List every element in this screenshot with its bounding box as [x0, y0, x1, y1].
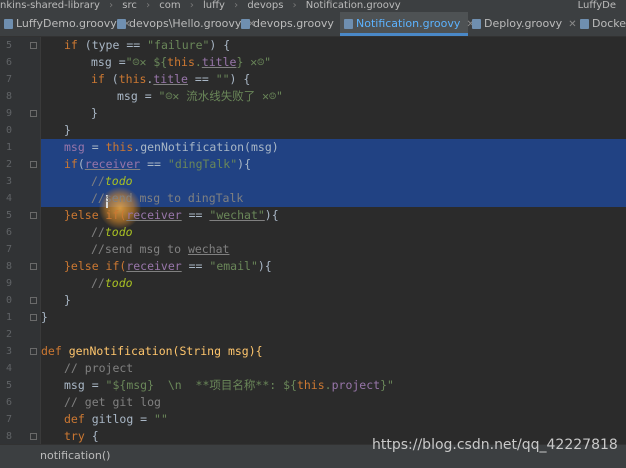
code-line: if(receiver == "dingTalk"){: [64, 157, 251, 171]
line-number: 3: [5, 346, 12, 357]
code-line: }else if(receiver == "email"){: [64, 259, 272, 273]
code-line: if (type == "failure") {: [64, 38, 231, 52]
fold-toggle-icon[interactable]: [30, 433, 37, 440]
line-number: 6: [5, 57, 12, 68]
line-number: 9: [5, 108, 12, 119]
line-number: 6: [5, 227, 12, 238]
fold-toggle-icon[interactable]: [30, 42, 37, 49]
line-number: 1: [5, 312, 12, 323]
tab-deploy[interactable]: Deploy.groovy ✕: [468, 12, 577, 36]
line-number: 5: [5, 380, 12, 391]
breadcrumb-item-com[interactable]: com: [159, 0, 180, 12]
code-line: //todo: [91, 225, 133, 239]
tab-label: devops\Hello.groovy: [129, 17, 242, 30]
code-line: }else if(receiver == "wechat"){: [64, 208, 279, 222]
line-number: 9: [5, 278, 12, 289]
tab-label: Deploy.groovy: [484, 17, 563, 30]
groovy-file-icon: [4, 19, 13, 29]
structure-breadcrumb[interactable]: notification(): [40, 445, 110, 467]
tab-label: Docker.gr: [592, 17, 626, 30]
code-line: // get git log: [64, 395, 161, 409]
breadcrumb-separator: ›: [292, 0, 297, 11]
groovy-file-icon: [344, 19, 353, 29]
line-number: 4: [5, 363, 12, 374]
line-number: 4: [5, 193, 12, 204]
tab-hello[interactable]: devops\Hello.groovy ✕: [113, 12, 256, 36]
code-line: //send msg to dingTalk: [91, 191, 244, 205]
code-editor[interactable]: if (type == "failure") { msg ="☹✕ ${this…: [41, 37, 626, 444]
code-line: }: [41, 310, 48, 324]
tab-label: LuffyDemo.groovy: [16, 17, 117, 30]
editor-gutter[interactable]: 5 6 7 8 9 0 1 2 3 4 5 6 7 8 9 0 1 2 3 4 …: [0, 37, 41, 444]
line-number: 3: [5, 176, 12, 187]
line-number: 2: [5, 159, 12, 170]
editor-tab-bar: LuffyDemo.groovy ✕ devops\Hello.groovy ✕ d…: [0, 12, 626, 37]
line-number: 0: [5, 125, 12, 136]
fold-toggle-icon[interactable]: [30, 348, 37, 355]
line-number: 2: [5, 329, 12, 340]
groovy-file-icon: [117, 19, 126, 29]
line-number: 8: [5, 91, 12, 102]
line-number: 7: [5, 244, 12, 255]
line-number: 5: [5, 210, 12, 221]
code-line: }: [64, 123, 71, 137]
line-number: 7: [5, 414, 12, 425]
code-line: msg = "${msg} \n **项目名称**: ${this.projec…: [64, 378, 394, 392]
code-line: def genNotification(String msg){: [41, 344, 263, 358]
code-line: }: [64, 293, 71, 307]
fold-toggle-icon[interactable]: [30, 212, 37, 219]
code-line: // project: [64, 361, 134, 375]
breadcrumb-separator: ›: [234, 0, 239, 11]
groovy-file-icon: [241, 19, 250, 29]
code-line: //todo: [91, 276, 133, 290]
tab-notification[interactable]: Notification.groovy ✕: [340, 12, 475, 36]
code-line: //send msg to wechat: [91, 242, 230, 256]
breadcrumb-item-devops[interactable]: devops: [247, 0, 283, 12]
breadcrumb-item-src[interactable]: src: [122, 0, 137, 12]
breadcrumb: nkins-shared-library › src › com › luffy…: [0, 0, 626, 12]
watermark-text: https://blog.csdn.net/qq_42227818: [372, 437, 618, 453]
breadcrumb-item-luffy[interactable]: luffy: [203, 0, 225, 12]
fold-toggle-icon[interactable]: [30, 110, 37, 117]
tab-devops[interactable]: devops.groovy✕: [237, 12, 348, 36]
line-number: 6: [5, 397, 12, 408]
tab-label: Notification.groovy: [356, 17, 461, 30]
code-line: }: [91, 106, 98, 120]
breadcrumb-item-file[interactable]: Notification.groovy: [306, 0, 401, 12]
breadcrumb-separator: ›: [189, 0, 194, 11]
code-line: try {: [64, 429, 99, 443]
run-config-selector[interactable]: LuffyDe: [573, 0, 620, 12]
line-number: 0: [5, 295, 12, 306]
fold-toggle-icon[interactable]: [30, 314, 37, 321]
code-line: msg = this.genNotification(msg): [64, 140, 279, 154]
code-line: if (this.title == "") {: [91, 72, 251, 86]
code-line: def gitlog = "": [64, 412, 168, 426]
breadcrumb-separator: ›: [109, 0, 114, 11]
line-number: 5: [5, 40, 12, 51]
breadcrumb-item-project[interactable]: nkins-shared-library: [0, 0, 100, 12]
fold-toggle-icon[interactable]: [30, 297, 37, 304]
line-number: 8: [5, 261, 12, 272]
fold-toggle-icon[interactable]: [30, 161, 37, 168]
tab-luffydemo[interactable]: LuffyDemo.groovy ✕: [0, 12, 131, 36]
line-number: 7: [5, 74, 12, 85]
code-line: msg = "☹✕ 流水线失败了 ✕☹": [117, 89, 283, 103]
breadcrumb-separator: ›: [146, 0, 151, 11]
tab-docker[interactable]: Docker.gr: [576, 12, 626, 36]
line-number: 1: [5, 142, 12, 153]
tab-label: devops.groovy: [253, 17, 334, 30]
fold-toggle-icon[interactable]: [30, 263, 37, 270]
groovy-file-icon: [472, 19, 481, 29]
line-number: 8: [5, 431, 12, 442]
code-line: msg ="☹✕ ${this.title} ✕☹": [91, 55, 272, 69]
groovy-file-icon: [580, 19, 589, 29]
